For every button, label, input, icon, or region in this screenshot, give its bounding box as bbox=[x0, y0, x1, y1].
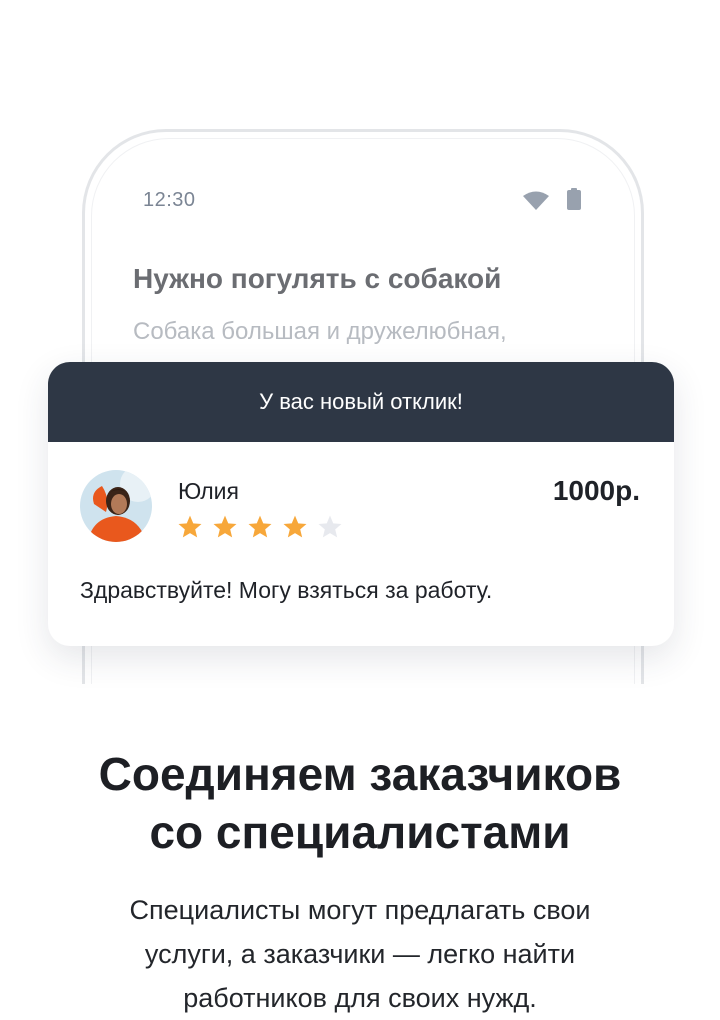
headline-line: Соединяем заказчиков bbox=[98, 748, 622, 800]
notification-header: У вас новый отклик! bbox=[48, 362, 674, 442]
task-description: Собака большая и дружелюбная, bbox=[133, 318, 507, 345]
wifi-icon bbox=[523, 191, 549, 210]
star-icon bbox=[248, 515, 272, 538]
rating-stars bbox=[177, 514, 343, 540]
avatar bbox=[80, 470, 152, 542]
description: Специалисты могут предлагать свои услуги… bbox=[0, 888, 720, 1020]
offer-price: 1000р. bbox=[552, 475, 640, 506]
user-name: Юлия bbox=[178, 478, 239, 504]
headline: Соединяем заказчиков со специалистами bbox=[0, 745, 720, 861]
star-icon bbox=[213, 515, 237, 538]
star-icon bbox=[318, 515, 342, 538]
description-line: работников для своих нужд. bbox=[183, 983, 537, 1013]
offer-message: Здравствуйте! Могу взяться за работу. bbox=[80, 577, 493, 603]
description-line: Специалисты могут предлагать свои bbox=[129, 895, 591, 925]
star-icon bbox=[283, 515, 307, 538]
description-line: услуги, а заказчики — легко найти bbox=[144, 939, 576, 969]
status-time: 12:30 bbox=[143, 189, 196, 211]
avatar-image bbox=[80, 470, 152, 542]
star-icon bbox=[178, 515, 202, 538]
notification-card[interactable]: У вас новый отклик! Юлия 1000р. Здравств… bbox=[48, 362, 674, 646]
battery-icon bbox=[567, 188, 581, 210]
task-title: Нужно погулять с собакой bbox=[133, 263, 502, 294]
headline-line: со специалистами bbox=[149, 806, 571, 858]
